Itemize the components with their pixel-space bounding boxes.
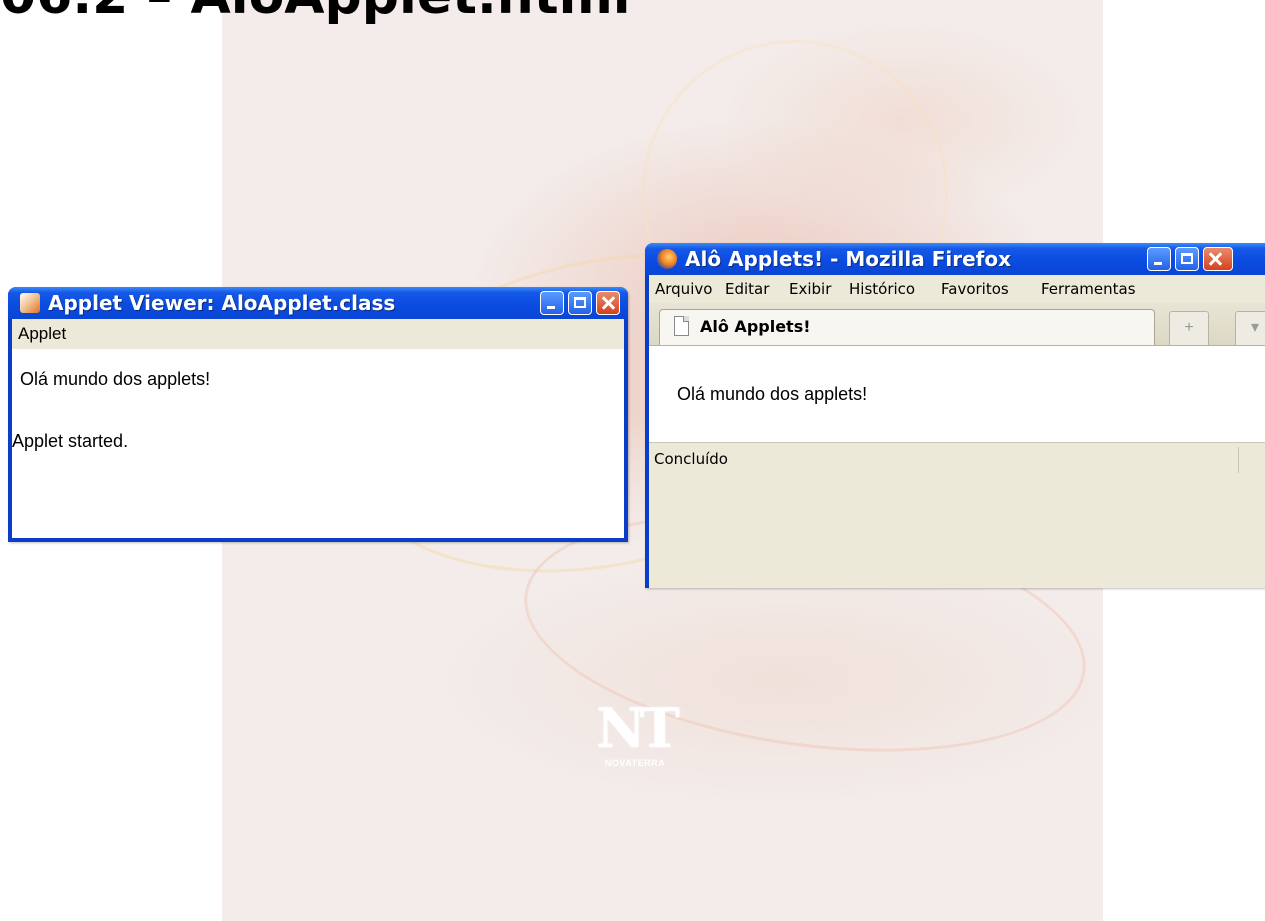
minimize-icon [1148, 248, 1170, 270]
minimize-button[interactable] [1147, 247, 1171, 271]
minimize-icon [541, 292, 563, 314]
new-tab-button[interactable]: + [1169, 311, 1209, 345]
minimize-button[interactable] [540, 291, 564, 315]
menu-editar[interactable]: Editar [725, 275, 769, 303]
close-icon [597, 292, 619, 314]
resize-grip[interactable] [1238, 447, 1265, 473]
slide-title: 06.2 – AloApplet.html [0, 0, 631, 26]
firefox-window: Alô Applets! - Mozilla Firefox Arquivo E… [645, 243, 1265, 588]
menu-applet[interactable]: Applet [12, 319, 624, 349]
window-title: Applet Viewer: AloApplet.class [48, 291, 396, 315]
firefox-icon [657, 249, 677, 269]
status-bar: Concluído [649, 442, 1265, 475]
maximize-button[interactable] [1175, 247, 1199, 271]
close-button[interactable] [1203, 247, 1233, 271]
close-icon [1204, 248, 1232, 270]
tab-alo-applets[interactable]: Alô Applets! [659, 309, 1155, 345]
applet-status: Applet started. [12, 431, 129, 451]
status-text: Concluído [654, 450, 728, 468]
novaterra-logo: NT NOVATERRA [596, 696, 680, 768]
menu-historico[interactable]: Histórico [849, 275, 915, 303]
page-icon [674, 316, 689, 336]
menu-exibir[interactable]: Exibir [789, 275, 831, 303]
tab-label: Alô Applets! [700, 317, 811, 336]
maximize-icon [1176, 248, 1198, 270]
firefox-titlebar[interactable]: Alô Applets! - Mozilla Firefox [645, 243, 1265, 275]
firefox-menubar: Arquivo Editar Exibir Histórico Favorito… [649, 275, 1265, 303]
applet-viewer-client: Applet Olá mundo dos applets! Applet sta… [12, 319, 624, 538]
firefox-client: Arquivo Editar Exibir Histórico Favorito… [649, 275, 1265, 588]
maximize-button[interactable] [568, 291, 592, 315]
page-content: Olá mundo dos applets! [649, 346, 1265, 442]
menu-favoritos[interactable]: Favoritos [941, 275, 1009, 303]
menu-ferramentas[interactable]: Ferramentas [1041, 275, 1136, 303]
menu-arquivo[interactable]: Arquivo [655, 275, 712, 303]
applet-viewer-window: Applet Viewer: AloApplet.class Applet Ol… [8, 287, 628, 542]
page-content-text: Olá mundo dos applets! [677, 384, 868, 404]
tab-bar: Alô Applets! + ▾ [649, 303, 1265, 346]
list-tabs-button[interactable]: ▾ [1235, 311, 1265, 345]
window-title: Alô Applets! - Mozilla Firefox [685, 247, 1011, 271]
close-button[interactable] [596, 291, 620, 315]
java-icon [20, 293, 40, 313]
applet-viewer-titlebar[interactable]: Applet Viewer: AloApplet.class [8, 287, 628, 319]
maximize-icon [569, 292, 591, 314]
applet-content-text: Olá mundo dos applets! [20, 369, 211, 389]
